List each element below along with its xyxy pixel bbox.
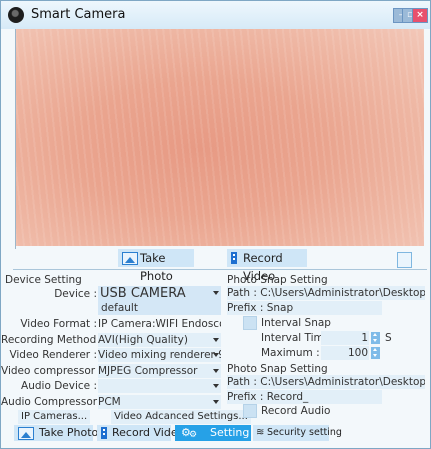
recording-method-value: AVI(High Quality) bbox=[98, 334, 188, 346]
recording-method-select[interactable]: AVI(High Quality) bbox=[98, 333, 221, 347]
tab-security-setting[interactable]: ≋ Security setting bbox=[253, 425, 342, 441]
interval-snap-label: Interval Snap bbox=[261, 317, 331, 329]
tab-security-setting-label: Security setting bbox=[267, 427, 342, 438]
divider bbox=[13, 269, 427, 270]
maximum-stepper[interactable] bbox=[371, 347, 380, 359]
video-snap-section-title: Photo Snap Setting bbox=[227, 363, 328, 375]
chevron-down-icon bbox=[213, 353, 219, 357]
maximum-value: 100 bbox=[347, 347, 368, 359]
camera-icon bbox=[8, 7, 24, 23]
audio-compressor-select[interactable]: PCM bbox=[98, 395, 221, 409]
photo-icon bbox=[18, 427, 34, 440]
maximum-label: Maximum : bbox=[261, 347, 320, 359]
chevron-down-icon bbox=[213, 291, 219, 295]
video-format-value: IP Camera:WIFI Endoscope bbox=[98, 318, 221, 330]
wifi-icon: ≋ bbox=[256, 427, 265, 438]
tab-record-video[interactable]: Record Video bbox=[97, 425, 184, 441]
video-compressor-value: MJPEG Compressor bbox=[98, 365, 198, 377]
audio-compressor-label: Audio Compressor : bbox=[1, 396, 104, 408]
take-photo-button[interactable]: Take Photo bbox=[118, 249, 194, 283]
photo-icon bbox=[122, 252, 138, 265]
tab-take-photo[interactable]: Take Photo bbox=[14, 425, 98, 441]
chevron-down-icon bbox=[213, 369, 219, 373]
video-renderer-value: Video mixing renderer 9 bbox=[98, 349, 221, 361]
record-icon bbox=[231, 252, 237, 264]
video-prefix-value: Prefix : Record_ bbox=[227, 391, 309, 403]
zoom-slider-icon[interactable] bbox=[397, 252, 412, 268]
interval-snap-checkbox[interactable] bbox=[243, 316, 257, 330]
tab-setting-label: Setting bbox=[210, 426, 250, 439]
record-icon bbox=[101, 427, 107, 439]
camera-preview bbox=[16, 29, 424, 246]
tab-record-video-label: Record Video bbox=[112, 426, 185, 439]
photo-path-field[interactable]: Path : C:\Users\Administrator\Desktop\ bbox=[227, 286, 425, 300]
video-path-value: Path : C:\Users\Administrator\Desktop\ bbox=[227, 376, 425, 388]
gear-small-icon: ⚙ bbox=[189, 430, 198, 440]
record-video-button[interactable]: Record Video bbox=[227, 249, 307, 283]
interval-unit: S bbox=[385, 332, 392, 344]
photo-path-value: Path : C:\Users\Administrator\Desktop\ bbox=[227, 287, 425, 299]
audio-device-select[interactable] bbox=[98, 379, 221, 393]
video-advanced-settings-button[interactable]: Video Adcanced Settings... bbox=[111, 410, 251, 424]
photo-snap-section-title: Photo Snap Setting bbox=[227, 274, 328, 286]
take-photo-label: Take Photo bbox=[140, 251, 173, 283]
device-sub-value: default bbox=[101, 302, 138, 314]
interval-time-value: 1 bbox=[361, 332, 368, 344]
audio-device-label: Audio Device : bbox=[21, 380, 97, 392]
photo-prefix-field[interactable]: Prefix : Snap bbox=[227, 301, 382, 315]
video-compressor-select[interactable]: MJPEG Compressor bbox=[98, 364, 221, 378]
app-window: Smart Camera – ▫ × Take Photo Record Vid… bbox=[0, 0, 431, 449]
window-title: Smart Camera bbox=[31, 7, 126, 22]
video-path-field[interactable]: Path : C:\Users\Administrator\Desktop\ bbox=[227, 375, 425, 389]
close-button[interactable]: × bbox=[412, 8, 428, 23]
tab-setting[interactable]: ⚙ ⚙ Setting bbox=[175, 425, 251, 441]
interval-time-stepper[interactable] bbox=[371, 332, 380, 344]
record-audio-label: Record Audio bbox=[261, 405, 331, 417]
recording-method-label: Recording Method : bbox=[1, 334, 104, 346]
video-renderer-label: Video Renderer : bbox=[9, 349, 97, 361]
device-select[interactable]: USB CAMERA bbox=[98, 286, 221, 301]
maximum-input[interactable]: 100 bbox=[321, 346, 369, 360]
device-sub-option[interactable]: default bbox=[98, 301, 221, 315]
device-label: Device : bbox=[54, 288, 97, 300]
interval-time-input[interactable]: 1 bbox=[321, 331, 369, 345]
device-select-value: USB CAMERA bbox=[100, 286, 186, 301]
video-renderer-select[interactable]: Video mixing renderer 9 bbox=[98, 348, 221, 362]
ip-cameras-button[interactable]: IP Cameras... bbox=[18, 410, 91, 424]
photo-prefix-value: Prefix : Snap bbox=[227, 302, 294, 314]
title-bar: Smart Camera – ▫ × bbox=[1, 1, 430, 29]
chevron-down-icon bbox=[213, 384, 219, 388]
chevron-down-icon bbox=[213, 338, 219, 342]
chevron-down-icon bbox=[213, 400, 219, 404]
video-compressor-label: Video compressor : bbox=[1, 365, 102, 377]
device-section-title: Device Setting bbox=[5, 274, 82, 286]
record-audio-checkbox[interactable] bbox=[243, 404, 257, 418]
video-format-select[interactable]: IP Camera:WIFI Endoscope bbox=[98, 317, 221, 331]
tab-take-photo-label: Take Photo bbox=[39, 426, 99, 439]
video-prefix-field[interactable]: Prefix : Record_ bbox=[227, 390, 382, 404]
video-format-label: Video Format : bbox=[20, 318, 97, 330]
audio-compressor-value: PCM bbox=[98, 396, 121, 408]
